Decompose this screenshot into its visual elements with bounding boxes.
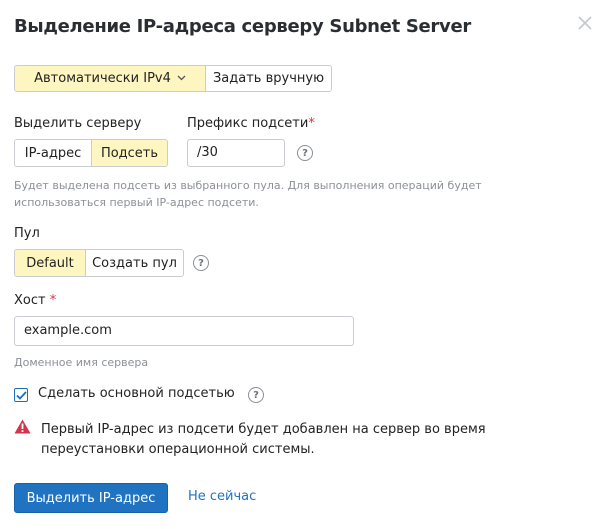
- prefix-input[interactable]: /30: [187, 139, 285, 167]
- prefix-label-text: Префикс подсети: [187, 116, 309, 131]
- host-hint: Доменное имя сервера: [14, 356, 149, 369]
- pool-label: Пул: [14, 226, 40, 241]
- primary-subnet-label[interactable]: Сделать основной подсетью: [38, 386, 235, 401]
- prefix-help-icon[interactable]: ?: [297, 145, 313, 161]
- dialog-title: Выделение IP-адреса серверу Subnet Serve…: [14, 16, 471, 37]
- assign-option-subnet[interactable]: Подсеть: [91, 140, 167, 166]
- pool-option-create[interactable]: Создать пул: [85, 250, 183, 276]
- chevron-down-icon[interactable]: [177, 73, 186, 84]
- allocate-ip-button[interactable]: Выделить IP-адрес: [14, 483, 168, 513]
- assign-segmented-control: IP-адрес Подсеть: [14, 139, 168, 167]
- pool-segmented-control: Default Создать пул: [14, 249, 184, 277]
- close-icon[interactable]: [574, 12, 596, 34]
- not-now-button[interactable]: Не сейчас: [188, 489, 256, 504]
- mode-option-auto-ipv4-label: Автоматически IPv4: [34, 71, 171, 86]
- host-required-mark: *: [49, 293, 57, 308]
- assign-hint-line-1: Будет выделена подсеть из выбранного пул…: [14, 179, 482, 192]
- mode-segmented-control: Автоматически IPv4 Задать вручную: [14, 65, 332, 92]
- host-input[interactable]: example.com: [14, 316, 354, 346]
- primary-subnet-checkbox[interactable]: [14, 388, 28, 402]
- checkmark-icon: [15, 390, 27, 400]
- assign-hint-line-2: использоваться первый IP-адрес подсети.: [14, 196, 259, 209]
- assign-label: Выделить серверу: [14, 116, 142, 131]
- host-label: Хост *: [14, 293, 56, 308]
- mode-option-manual[interactable]: Задать вручную: [205, 66, 331, 91]
- mode-option-auto-ipv4[interactable]: Автоматически IPv4: [15, 66, 205, 91]
- warning-text-line-2: переустановки операционной системы.: [41, 442, 315, 457]
- warning-text: Первый IP-адрес из подсети будет добавле…: [41, 420, 486, 460]
- assign-option-ip-address[interactable]: IP-адрес: [15, 140, 91, 166]
- assign-hint: Будет выделена подсеть из выбранного пул…: [14, 177, 482, 211]
- prefix-label: Префикс подсети*: [187, 116, 315, 131]
- pool-option-default[interactable]: Default: [15, 250, 85, 276]
- warning-icon: [14, 419, 31, 434]
- warning-text-line-1: Первый IP-адрес из подсети будет добавле…: [41, 422, 486, 437]
- prefix-required-mark: *: [308, 116, 315, 131]
- pool-help-icon[interactable]: ?: [193, 255, 209, 271]
- primary-subnet-help-icon[interactable]: ?: [248, 387, 264, 403]
- host-label-text: Хост: [14, 293, 46, 308]
